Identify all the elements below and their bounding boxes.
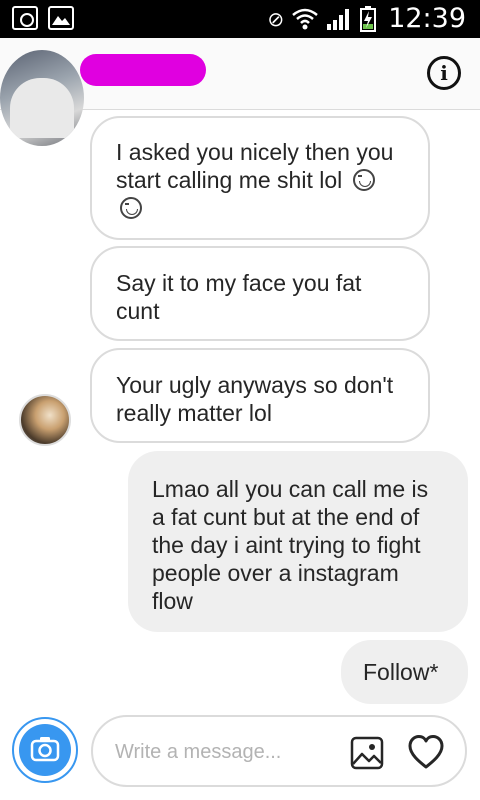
message-composer bbox=[91, 715, 467, 787]
message-bubble-incoming[interactable]: I asked you nicely then you start callin… bbox=[90, 116, 430, 240]
message-text: Lmao all you can call me is a fat cunt b… bbox=[152, 476, 429, 614]
gallery-icon bbox=[48, 6, 74, 30]
message-input[interactable] bbox=[115, 737, 345, 767]
message-text: I asked you nicely then you start callin… bbox=[116, 139, 394, 193]
grinning-emoji-icon bbox=[352, 169, 375, 191]
battery-charging-icon bbox=[360, 6, 377, 32]
gallery-icon[interactable] bbox=[350, 736, 384, 770]
mute-icon: ⊘ bbox=[267, 7, 285, 31]
sender-avatar[interactable] bbox=[19, 394, 71, 446]
message-bubble-outgoing[interactable]: Lmao all you can call me is a fat cunt b… bbox=[128, 451, 468, 632]
message-bubble-incoming[interactable]: Your ugly anyways so don't really matter… bbox=[90, 348, 430, 443]
camera-button[interactable] bbox=[12, 717, 78, 783]
grinning-emoji-icon bbox=[120, 197, 142, 219]
message-text: Your ugly anyways so don't really matter… bbox=[116, 372, 394, 426]
message-bubble-outgoing[interactable]: Follow* bbox=[341, 640, 468, 704]
info-icon[interactable]: i bbox=[427, 56, 461, 90]
heart-icon[interactable] bbox=[407, 734, 445, 770]
instagram-icon bbox=[12, 6, 38, 30]
contact-avatar[interactable] bbox=[0, 50, 84, 146]
message-text: Say it to my face you fat cunt bbox=[116, 270, 362, 324]
signal-icon bbox=[327, 9, 350, 30]
message-text: Follow* bbox=[363, 659, 439, 685]
message-bubble-incoming[interactable]: Say it to my face you fat cunt bbox=[90, 246, 430, 341]
wifi-icon bbox=[292, 8, 318, 30]
contact-name-redacted[interactable] bbox=[80, 54, 206, 86]
status-bar: ⊘ 12:39 bbox=[0, 0, 480, 38]
camera-icon bbox=[19, 724, 71, 776]
clock: 12:39 bbox=[388, 3, 466, 34]
